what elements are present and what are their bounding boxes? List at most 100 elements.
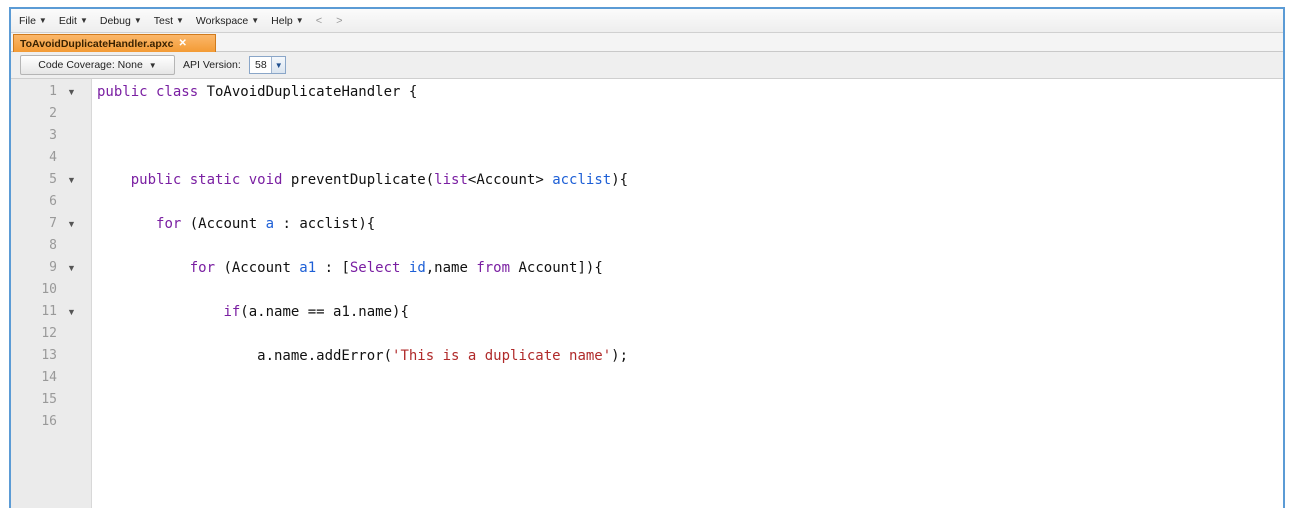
code-line[interactable] bbox=[92, 323, 1283, 345]
code-token: a bbox=[265, 216, 275, 232]
line-number: 5 bbox=[49, 172, 57, 187]
caret-down-icon: ▼ bbox=[38, 16, 47, 25]
menu-bar: File ▼ Edit ▼ Debug ▼ Test ▼ Workspace ▼ Help… bbox=[11, 9, 1283, 33]
editor-tab-bar: ToAvoidDuplicateHandler.apxc ✕ bbox=[11, 33, 1283, 52]
menu-label: Edit bbox=[58, 14, 77, 27]
tab-label: ToAvoidDuplicateHandler.apxc bbox=[20, 37, 174, 50]
code-line[interactable] bbox=[92, 103, 1283, 125]
code-token: ToAvoidDuplicateHandler { bbox=[206, 84, 418, 100]
caret-down-icon: ▼ bbox=[295, 16, 304, 25]
close-icon[interactable]: ✕ bbox=[178, 38, 186, 49]
menu-test[interactable]: Test ▼ bbox=[154, 15, 184, 27]
line-number: 14 bbox=[41, 370, 57, 385]
code-token: 'This is a duplicate name' bbox=[392, 348, 612, 364]
code-token: acclist bbox=[552, 172, 612, 188]
code-line[interactable]: for (Account a1 : [Select id,name from A… bbox=[92, 257, 1283, 279]
api-version-select[interactable]: 58 ▼ bbox=[249, 56, 286, 74]
code-line[interactable]: public class ToAvoidDuplicateHandler { bbox=[92, 81, 1283, 103]
code-token: Account]){ bbox=[518, 260, 603, 276]
menu-debug[interactable]: Debug ▼ bbox=[100, 15, 142, 27]
tab-toavoidduplicatehandler[interactable]: ToAvoidDuplicateHandler.apxc ✕ bbox=[13, 34, 216, 52]
code-token: for bbox=[156, 216, 190, 232]
code-line[interactable]: if(a.name == a1.name){ bbox=[92, 301, 1283, 323]
back-arrow-icon[interactable]: < bbox=[316, 15, 322, 27]
line-number: 7 bbox=[49, 216, 57, 231]
code-token: : [ bbox=[316, 260, 350, 276]
code-editor[interactable]: 1 ▼ 2 3 4 5 ▼ 6 7 ▼ 8 9 ▼ 10 11 ▼ 12 13 14 15 16 public clas… bbox=[11, 79, 1283, 508]
menu-label: Workspace bbox=[195, 14, 249, 27]
code-token: id bbox=[408, 260, 426, 276]
code-area[interactable]: public class ToAvoidDuplicateHandler { p… bbox=[92, 79, 1283, 508]
fold-arrow-icon[interactable]: ▼ bbox=[67, 169, 76, 191]
menu-label: File bbox=[19, 14, 36, 27]
code-token: if bbox=[223, 304, 241, 320]
line-number: 8 bbox=[49, 238, 57, 253]
line-number-gutter: 1 ▼ 2 3 4 5 ▼ 6 7 ▼ 8 9 ▼ 10 11 ▼ 12 13 14 15 16 bbox=[11, 79, 92, 508]
caret-down-icon: ▼ bbox=[133, 16, 142, 25]
code-token: public class bbox=[97, 84, 207, 100]
fold-arrow-icon[interactable]: ▼ bbox=[67, 257, 76, 279]
code-coverage-label: Code Coverage: None bbox=[38, 59, 143, 71]
fold-arrow-icon[interactable]: ▼ bbox=[67, 81, 76, 103]
menu-workspace[interactable]: Workspace ▼ bbox=[196, 15, 259, 27]
code-token: a.name.addError( bbox=[97, 348, 393, 364]
line-number: 16 bbox=[41, 414, 57, 429]
caret-down-icon: ▼ bbox=[148, 60, 157, 70]
code-line[interactable] bbox=[92, 367, 1283, 389]
code-line[interactable] bbox=[92, 411, 1283, 433]
menu-label: Test bbox=[153, 14, 173, 27]
caret-down-icon: ▼ bbox=[251, 16, 260, 25]
code-token: public static void bbox=[130, 172, 291, 188]
line-number: 9 bbox=[49, 260, 57, 275]
code-token: Select bbox=[349, 260, 409, 276]
code-token: <Account> bbox=[467, 172, 553, 188]
code-line[interactable] bbox=[92, 125, 1283, 147]
code-token: from bbox=[476, 260, 519, 276]
code-line[interactable]: for (Account a : acclist){ bbox=[92, 213, 1283, 235]
code-token: preventDuplicate( bbox=[290, 172, 435, 188]
code-line[interactable] bbox=[92, 147, 1283, 169]
code-token: : acclist){ bbox=[274, 216, 376, 232]
menu-label: Help bbox=[271, 14, 293, 27]
forward-arrow-icon[interactable]: > bbox=[336, 15, 342, 27]
code-token: (Account bbox=[189, 216, 266, 232]
caret-down-icon: ▼ bbox=[79, 16, 88, 25]
menu-label: Debug bbox=[99, 14, 131, 27]
code-token: ,name bbox=[425, 260, 477, 276]
line-number: 6 bbox=[49, 194, 57, 209]
line-number: 13 bbox=[41, 348, 57, 363]
fold-arrow-icon[interactable]: ▼ bbox=[67, 213, 76, 235]
fold-arrow-icon[interactable]: ▼ bbox=[67, 301, 76, 323]
caret-down-icon: ▼ bbox=[176, 16, 184, 25]
line-number: 11 bbox=[41, 304, 57, 319]
code-line[interactable] bbox=[92, 389, 1283, 411]
line-number: 4 bbox=[49, 150, 57, 165]
code-token: (a.name == a1.name){ bbox=[240, 304, 409, 320]
code-line[interactable]: a.name.addError('This is a duplicate nam… bbox=[92, 345, 1283, 367]
code-line[interactable] bbox=[92, 235, 1283, 257]
chevron-down-icon[interactable]: ▼ bbox=[271, 57, 285, 73]
line-number: 15 bbox=[41, 392, 57, 407]
code-line[interactable] bbox=[92, 279, 1283, 301]
line-number: 10 bbox=[41, 282, 57, 297]
code-token: for bbox=[189, 260, 224, 276]
api-version-value: 58 bbox=[255, 59, 267, 71]
menu-edit[interactable]: Edit ▼ bbox=[59, 15, 88, 27]
line-number: 3 bbox=[49, 128, 57, 143]
code-line[interactable] bbox=[92, 191, 1283, 213]
code-token: ); bbox=[611, 348, 629, 364]
code-token: a1 bbox=[299, 260, 317, 276]
code-line[interactable]: public static void preventDuplicate(list… bbox=[92, 169, 1283, 191]
menu-help[interactable]: Help ▼ bbox=[271, 15, 304, 27]
editor-toolbar: Code Coverage: None ▼ API Version: 58 ▼ bbox=[11, 52, 1283, 79]
line-number: 1 bbox=[49, 84, 57, 99]
code-token: list bbox=[434, 172, 468, 188]
code-coverage-dropdown[interactable]: Code Coverage: None ▼ bbox=[20, 55, 175, 75]
line-number: 2 bbox=[49, 106, 57, 121]
line-number: 12 bbox=[41, 326, 57, 341]
menu-file[interactable]: File ▼ bbox=[19, 15, 47, 27]
